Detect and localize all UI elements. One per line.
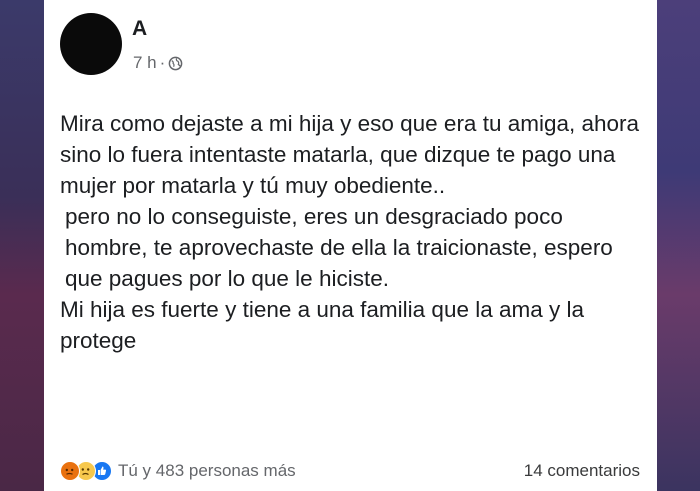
meta-separator: ·	[159, 53, 166, 72]
avatar[interactable]	[60, 13, 122, 75]
globe-icon[interactable]	[168, 56, 183, 71]
comments-count[interactable]: 14 comentarios	[524, 461, 640, 481]
post-meta: 7 h ·	[133, 53, 183, 73]
post-paragraph: pero no lo conseguiste, eres un desgraci…	[65, 204, 613, 291]
post-paragraph: Mi hija es fuerte y tiene a una familia …	[60, 297, 585, 353]
post-body: Mira como dejaste a mi hija y eso que er…	[60, 108, 640, 356]
post-time[interactable]: 7 h	[133, 53, 157, 73]
post-paragraph: Mira como dejaste a mi hija y eso que er…	[60, 111, 640, 198]
reactions-count[interactable]: Tú y 483 personas más	[118, 461, 296, 481]
angry-reaction-icon	[60, 461, 80, 481]
background-right	[657, 0, 700, 491]
post-footer: Tú y 483 personas más 14 comentarios	[60, 457, 640, 485]
post-card: A 7 h · Mira como dejaste a mi hija y es…	[44, 0, 657, 491]
author-name[interactable]: A	[132, 17, 147, 41]
reactions-summary[interactable]: Tú y 483 personas más	[60, 461, 296, 481]
background-left	[0, 0, 44, 491]
